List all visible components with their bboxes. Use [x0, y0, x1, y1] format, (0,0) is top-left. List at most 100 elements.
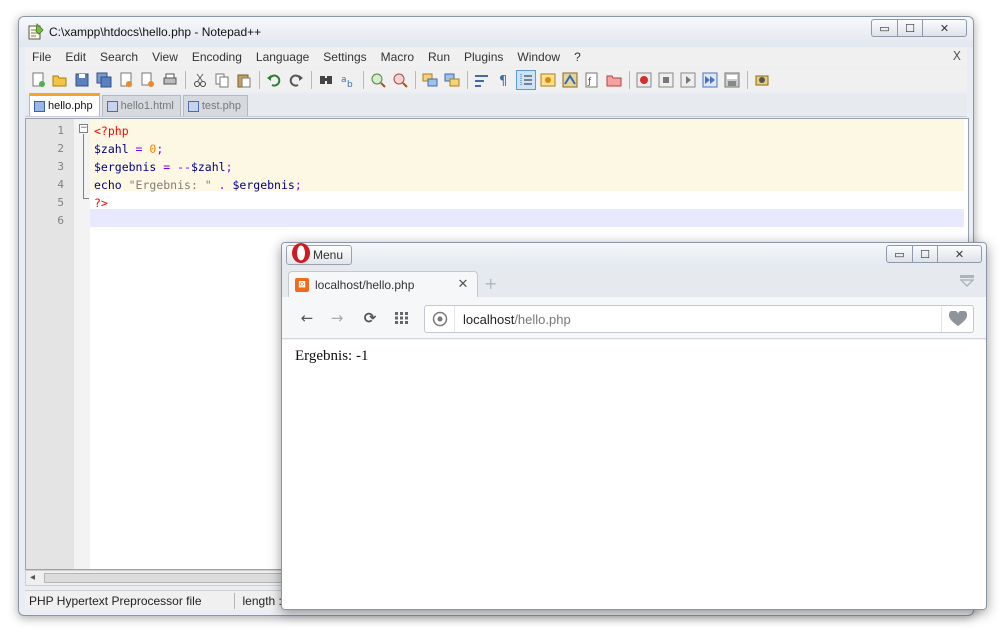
- menu-view[interactable]: View: [145, 47, 185, 67]
- find-icon[interactable]: [317, 71, 335, 89]
- site-info-icon[interactable]: [425, 306, 455, 332]
- paste-icon[interactable]: [235, 71, 253, 89]
- sync-horizontal-icon[interactable]: [443, 71, 461, 89]
- close-button[interactable]: ✕: [923, 19, 967, 37]
- back-icon[interactable]: ←: [298, 309, 316, 327]
- scroll-left-icon[interactable]: ◂: [30, 572, 35, 583]
- code-line-5: ?>: [94, 194, 108, 212]
- close-icon: ✕: [954, 247, 965, 261]
- save-icon[interactable]: [73, 71, 91, 89]
- redo-icon[interactable]: [287, 71, 305, 89]
- maximize-icon: ☐: [920, 247, 930, 261]
- line-number: 6: [57, 214, 64, 227]
- page-output-text: Ergebnis: -1: [295, 348, 369, 364]
- line-number: 4: [57, 178, 64, 191]
- function-list-icon[interactable]: ƒ: [583, 71, 601, 89]
- new-tab-icon[interactable]: +: [484, 274, 497, 293]
- maximize-button[interactable]: ☐: [897, 19, 923, 37]
- show-all-chars-icon[interactable]: ¶: [495, 71, 513, 89]
- open-file-icon[interactable]: [51, 71, 69, 89]
- menu-settings[interactable]: Settings: [316, 47, 373, 67]
- npp-titlebar[interactable]: C:\xampp\htdocs\hello.php - Notepad++ ▭ …: [19, 17, 973, 47]
- url-path: /hello.php: [514, 311, 571, 327]
- zoom-out-icon[interactable]: [391, 71, 409, 89]
- print-icon[interactable]: [161, 71, 179, 89]
- line-number: 3: [57, 160, 64, 173]
- browser-tab[interactable]: ⊠ localhost/hello.php ✕: [288, 271, 478, 297]
- tab-label: hello.php: [48, 100, 93, 112]
- forward-icon[interactable]: →: [328, 309, 346, 327]
- speed-dial-grid-icon[interactable]: [393, 309, 411, 327]
- fold-toggle-icon[interactable]: −: [79, 124, 88, 133]
- zoom-in-icon[interactable]: [369, 71, 387, 89]
- menu-edit[interactable]: Edit: [58, 47, 93, 67]
- reload-icon[interactable]: ⟳: [361, 309, 379, 327]
- code-op: =: [128, 142, 150, 156]
- menu-run[interactable]: Run: [421, 47, 457, 67]
- replace-icon[interactable]: ab: [339, 71, 357, 89]
- play-macro-icon[interactable]: [679, 71, 697, 89]
- menu-encoding[interactable]: Encoding: [185, 47, 249, 67]
- saved-file-icon: [106, 100, 118, 112]
- cut-icon[interactable]: [191, 71, 209, 89]
- code-op: ;: [225, 160, 233, 174]
- code-var: $ergebnis: [94, 160, 157, 174]
- toolbar: ab ¶ ƒ: [25, 68, 967, 92]
- save-macro-icon[interactable]: [723, 71, 741, 89]
- close-document-button[interactable]: X: [953, 49, 961, 63]
- tab-hello-php[interactable]: hello.php: [29, 93, 100, 116]
- menu-help[interactable]: ?: [567, 47, 588, 67]
- browser-close-button[interactable]: ✕: [938, 245, 982, 263]
- current-line-highlight: [90, 209, 964, 227]
- menu-window[interactable]: Window: [510, 47, 567, 67]
- opera-menu-button[interactable]: Menu: [286, 243, 353, 265]
- user-language-icon[interactable]: [539, 71, 557, 89]
- menu-search[interactable]: Search: [93, 47, 145, 67]
- menu-macro[interactable]: Macro: [374, 47, 421, 67]
- copy-icon[interactable]: [213, 71, 231, 89]
- menu-plugins[interactable]: Plugins: [457, 47, 510, 67]
- browser-minimize-button[interactable]: ▭: [886, 245, 912, 263]
- tab-hello1-html[interactable]: hello1.html: [101, 95, 181, 116]
- maximize-icon: ☐: [905, 21, 915, 35]
- tab-test-php[interactable]: test.php: [182, 95, 248, 116]
- menu-label: Menu: [313, 248, 344, 262]
- status-file-type: PHP Hypertext Preprocessor file: [29, 593, 202, 608]
- close-file-icon[interactable]: [117, 71, 135, 89]
- undo-icon[interactable]: [265, 71, 283, 89]
- menu-language[interactable]: Language: [249, 47, 316, 67]
- address-bar[interactable]: localhost/hello.php: [424, 305, 974, 333]
- tab-close-icon[interactable]: ✕: [455, 277, 471, 292]
- browser-tab-title: localhost/hello.php: [315, 277, 415, 292]
- code-op: ;: [294, 178, 302, 192]
- close-all-icon[interactable]: [139, 71, 157, 89]
- save-all-icon[interactable]: [95, 71, 113, 89]
- plugin-icon[interactable]: [753, 71, 771, 89]
- line-number-gutter: 1 2 3 4 5 6: [26, 119, 74, 569]
- doc-map-icon[interactable]: [561, 71, 579, 89]
- saved-file-icon: [34, 100, 45, 112]
- code-var: $zahl: [94, 142, 129, 156]
- browser-titlebar[interactable]: Menu ▭ ☐ ✕: [282, 243, 986, 267]
- code-line-4: echo "Ergebnis: " . $ergebnis;: [94, 176, 302, 194]
- tab-menu-icon[interactable]: [959, 275, 975, 290]
- minimize-button[interactable]: ▭: [871, 19, 897, 37]
- folder-workspace-icon[interactable]: [605, 71, 623, 89]
- code-keyword: echo: [94, 178, 122, 192]
- menu-file[interactable]: File: [25, 47, 58, 67]
- line-number: 1: [57, 124, 64, 137]
- fold-end: [83, 198, 89, 199]
- php-close-tag: ?>: [94, 196, 108, 210]
- stop-macro-icon[interactable]: [657, 71, 675, 89]
- browser-window: Menu ▭ ☐ ✕ ⊠ localhost/hello.php ✕ + ← →…: [281, 242, 987, 610]
- sync-vertical-icon[interactable]: [421, 71, 439, 89]
- indent-guide-icon[interactable]: [516, 70, 536, 90]
- browser-maximize-button[interactable]: ☐: [912, 245, 938, 263]
- tab-label: hello1.html: [120, 100, 174, 112]
- new-file-icon[interactable]: [29, 71, 47, 89]
- record-macro-icon[interactable]: [635, 71, 653, 89]
- window-title: C:\xampp\htdocs\hello.php - Notepad++: [49, 25, 262, 39]
- run-macro-multiple-icon[interactable]: [701, 71, 719, 89]
- bookmark-heart-icon[interactable]: [941, 306, 973, 332]
- word-wrap-icon[interactable]: [473, 71, 491, 89]
